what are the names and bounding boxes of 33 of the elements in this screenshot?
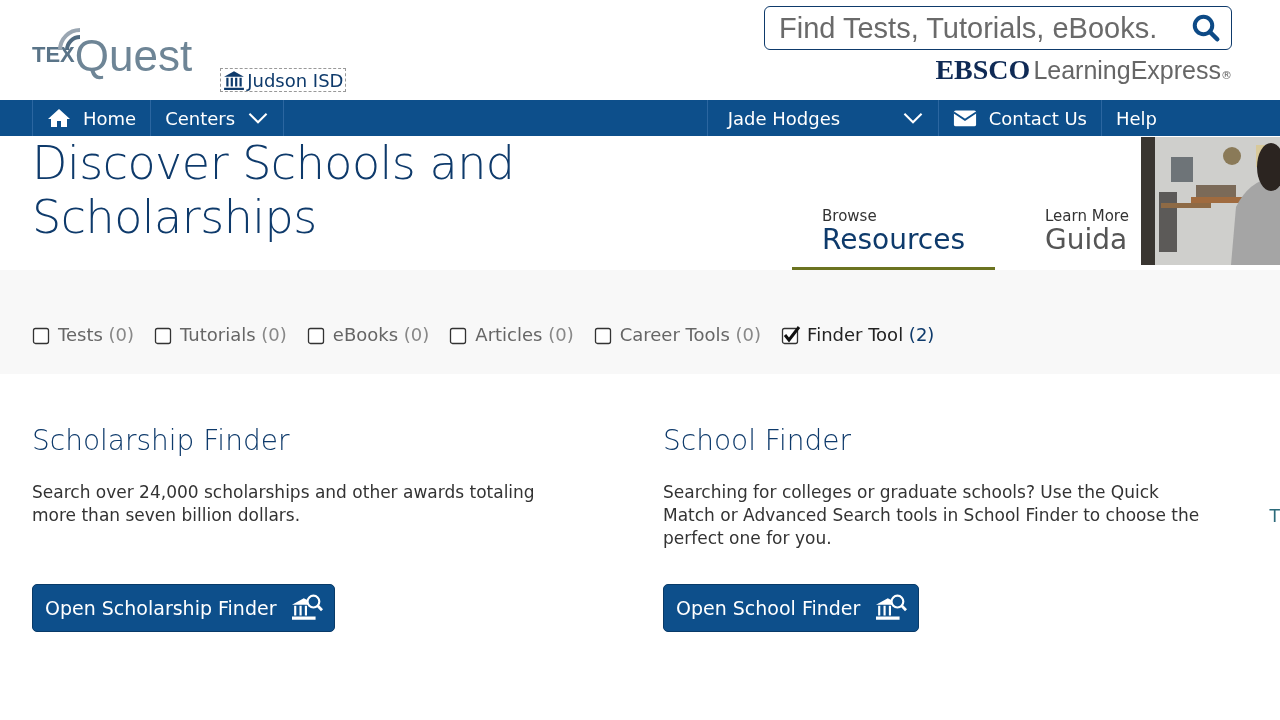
filter-checkbox[interactable]: eBooks (0)	[306, 324, 430, 345]
building-search-icon	[290, 593, 325, 623]
nav-item[interactable]: Contact Us	[937, 100, 1101, 136]
checkbox[interactable]	[781, 324, 802, 345]
building-search-icon	[874, 593, 909, 623]
section-tab[interactable]: Learn More Guida	[1045, 207, 1129, 270]
card-title: School Finder	[663, 424, 852, 457]
search-icon[interactable]	[1191, 13, 1221, 43]
open-button[interactable]: Open Scholarship Finder	[32, 584, 336, 632]
nav-item[interactable]: Help	[1101, 100, 1280, 136]
card-title: Scholarship Finder	[32, 424, 291, 457]
nav-item[interactable]: Jade Hodges	[706, 100, 938, 136]
cut-off-text: T	[1269, 506, 1280, 526]
chevron-icon	[247, 112, 270, 124]
mail-icon	[952, 108, 977, 128]
open-button[interactable]: Open School Finder	[663, 584, 920, 632]
filter-checkbox[interactable]: Articles (0)	[449, 324, 574, 345]
search-field[interactable]: Find Tests, Tutorials, eBooks.	[764, 6, 1232, 50]
card-description: Searching for colleges or graduate schools? Use the Quick Match or Advanced Search tools in School Finder to choose the perfect one for you.	[663, 481, 1201, 550]
institution-link[interactable]: Judson ISD	[220, 68, 347, 92]
page-title: Discover Schools and Scholarships	[32, 136, 516, 246]
logo-text: Quest	[74, 34, 193, 78]
nav-item[interactable]: Centers	[150, 100, 284, 136]
logo-text: TEX	[32, 42, 75, 67]
nav-item[interactable]: Home	[32, 100, 151, 136]
filter-checkbox[interactable]: Career Tools (0)	[593, 324, 762, 345]
home-icon	[47, 108, 71, 128]
filter-checkbox[interactable]: Tests (0)	[32, 324, 135, 345]
building-icon	[223, 69, 246, 91]
filter-checkbox[interactable]: Tutorials (0)	[154, 324, 287, 345]
chevron-icon	[901, 112, 924, 124]
filter-checkbox[interactable]: Finder Tool (2)	[781, 324, 935, 345]
card-description: Search over 24,000 scholarships and other awards totaling more than seven billion dollars.	[32, 481, 536, 527]
